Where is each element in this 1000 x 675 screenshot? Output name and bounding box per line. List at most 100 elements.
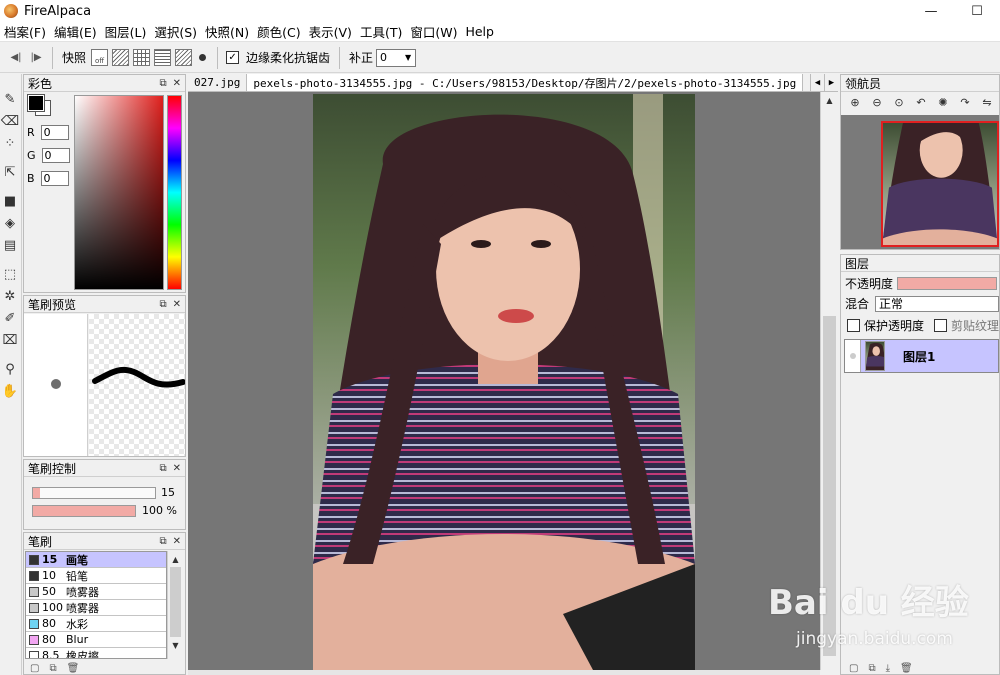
fill-rect-tool-icon[interactable]: ■ <box>0 190 20 212</box>
canvas-area[interactable] <box>188 92 820 670</box>
layer-item[interactable]: 图层1 <box>844 339 999 373</box>
delete-layer-icon[interactable]: 🗑 <box>900 663 913 674</box>
panel-float-icon[interactable]: ⧉ <box>159 78 166 89</box>
menu-snap[interactable]: 快照(N) <box>201 22 253 41</box>
scroll-thumb[interactable] <box>170 567 181 637</box>
brush-item[interactable]: 80 水彩 <box>26 616 166 632</box>
rotate-right-icon[interactable]: ↷ <box>955 93 975 111</box>
close-icon[interactable]: ✕ <box>173 536 181 547</box>
menu-edit[interactable]: 编辑(E) <box>50 22 101 41</box>
brush-item[interactable]: 100 喷雾器 <box>26 600 166 616</box>
bucket-tool-icon[interactable]: ◈ <box>0 212 20 234</box>
select-pen-icon[interactable]: ✐ <box>0 307 20 329</box>
tab-scroll-left-icon[interactable]: ◀ <box>810 74 824 91</box>
brush-item[interactable]: 10 铅笔 <box>26 568 166 584</box>
zoom-actual-icon[interactable]: ⊙ <box>889 93 909 111</box>
navigator-thumbnail-image <box>883 123 997 245</box>
close-icon[interactable]: ✕ <box>173 299 181 310</box>
gradient-tool-icon[interactable]: ▤ <box>0 234 20 256</box>
minimize-button[interactable]: — <box>908 0 954 22</box>
duplicate-brush-icon[interactable]: ⧉ <box>49 663 56 674</box>
brush-item-size: 15 <box>42 553 58 566</box>
brush-item[interactable]: 8.5 橡皮擦 <box>26 648 166 658</box>
maximize-button[interactable]: ☐ <box>954 0 1000 22</box>
panel-float-icon[interactable]: ⧉ <box>159 299 166 310</box>
layer-opacity-row: 不透明度 <box>845 275 998 292</box>
menu-view[interactable]: 表示(V) <box>305 22 356 41</box>
document-tab[interactable]: 027.jpg <box>188 76 246 89</box>
antialias-checkbox[interactable]: ✓ <box>226 51 240 64</box>
duplicate-layer-icon[interactable]: ⧉ <box>868 663 875 674</box>
new-brush-icon[interactable]: ▢ <box>30 663 39 674</box>
magic-wand-icon[interactable]: ✲ <box>0 285 20 307</box>
snap-off-icon[interactable]: off <box>91 49 109 66</box>
brush-size-slider[interactable] <box>32 487 156 499</box>
scroll-thumb[interactable] <box>823 316 836 656</box>
canvas-vertical-scrollbar[interactable]: ▲ <box>820 92 838 670</box>
layer-visibility-icon[interactable] <box>845 340 861 372</box>
menu-help[interactable]: Help <box>461 24 498 39</box>
scroll-up-icon[interactable]: ▲ <box>168 551 183 567</box>
green-input[interactable]: 0 <box>41 148 70 163</box>
blend-mode-row: 混合 正常 <box>845 295 1000 312</box>
delete-brush-icon[interactable]: 🗑 <box>67 663 80 674</box>
blue-input[interactable]: 0 <box>40 171 69 186</box>
menu-layer[interactable]: 图层(L) <box>101 22 151 41</box>
forward-icon[interactable]: |▶ <box>26 48 46 68</box>
correction-select[interactable]: 0 ▼ <box>376 48 417 67</box>
tab-scroll-right-icon[interactable]: ▶ <box>824 74 838 91</box>
new-layer-icon[interactable]: ▢ <box>849 663 858 674</box>
toolbar: ◀| |▶ 快照 off ✓ 边缘柔化抗锯齿 补正 0 ▼ <box>0 43 1000 73</box>
menu-tools[interactable]: 工具(T) <box>356 22 406 41</box>
antialias-label: 边缘柔化抗锯齿 <box>246 51 331 65</box>
menu-select[interactable]: 選択(S) <box>150 22 201 41</box>
zoom-out-icon[interactable]: ⊖ <box>867 93 887 111</box>
navigator-thumbnail[interactable] <box>881 121 999 247</box>
snap-horizontal-icon[interactable] <box>154 49 172 66</box>
snap-parallel-icon[interactable] <box>112 49 130 66</box>
menu-color[interactable]: 颜色(C) <box>253 22 304 41</box>
eyedropper-icon[interactable]: ⚲ <box>0 358 20 380</box>
protect-alpha-checkbox[interactable] <box>847 319 860 332</box>
hue-slider[interactable] <box>167 95 182 290</box>
zoom-in-icon[interactable]: ⊕ <box>845 93 865 111</box>
foreground-color-swatch[interactable] <box>27 94 45 112</box>
brush-item[interactable]: 50 喷雾器 <box>26 584 166 600</box>
menu-window[interactable]: 窗口(W) <box>406 22 461 41</box>
navigator-view[interactable] <box>841 115 999 249</box>
select-eraser-icon[interactable]: ⌧ <box>0 329 20 351</box>
rotate-left-icon[interactable]: ↶ <box>911 93 931 111</box>
eraser-tool-icon[interactable]: ⌫ <box>0 110 20 132</box>
hand-tool-icon[interactable]: ✋ <box>0 380 20 402</box>
brush-item[interactable]: 15 画笔 <box>26 552 166 568</box>
snap-grid-icon[interactable] <box>133 49 151 66</box>
panel-float-icon[interactable]: ⧉ <box>159 536 166 547</box>
red-input[interactable]: 0 <box>40 125 69 140</box>
close-icon[interactable]: ✕ <box>173 463 181 474</box>
brush-item[interactable]: 80 Blur <box>26 632 166 648</box>
blend-mode-select[interactable]: 正常 <box>875 295 1000 312</box>
rewind-icon[interactable]: ◀| <box>6 48 26 68</box>
flip-icon[interactable]: ⇋ <box>977 93 997 111</box>
panel-float-icon[interactable]: ⧉ <box>159 463 166 474</box>
move-tool-icon[interactable]: ⇱ <box>0 161 20 183</box>
brush-list-scrollbar[interactable]: ▲ ▼ <box>167 551 183 659</box>
dot-tool-icon[interactable]: ⁘ <box>0 132 20 154</box>
pen-tool-icon[interactable]: ✎ <box>0 88 20 110</box>
snap-radial-icon[interactable] <box>194 49 211 66</box>
clipping-checkbox[interactable] <box>934 319 948 332</box>
merge-layer-icon[interactable]: ⤓ <box>886 663 890 674</box>
saturation-value-picker[interactable] <box>74 95 164 290</box>
canvas-horizontal-scrollbar[interactable] <box>188 670 820 675</box>
document-tab-active[interactable]: pexels-photo-3134555.jpg - C:/Users/9815… <box>246 74 804 91</box>
brush-opacity-slider[interactable] <box>32 505 136 517</box>
canvas-scroll-track[interactable]: ▲ <box>821 92 838 670</box>
snap-perspective-icon[interactable] <box>175 49 193 66</box>
select-tool-icon[interactable]: ⬚ <box>0 263 20 285</box>
menu-file[interactable]: 档案(F) <box>0 22 50 41</box>
close-icon[interactable]: ✕ <box>173 78 181 89</box>
reset-rotation-icon[interactable]: ✺ <box>933 93 953 111</box>
scroll-down-icon[interactable]: ▼ <box>168 637 183 653</box>
layer-opacity-slider[interactable] <box>897 277 998 290</box>
scroll-up-icon[interactable]: ▲ <box>821 92 838 108</box>
